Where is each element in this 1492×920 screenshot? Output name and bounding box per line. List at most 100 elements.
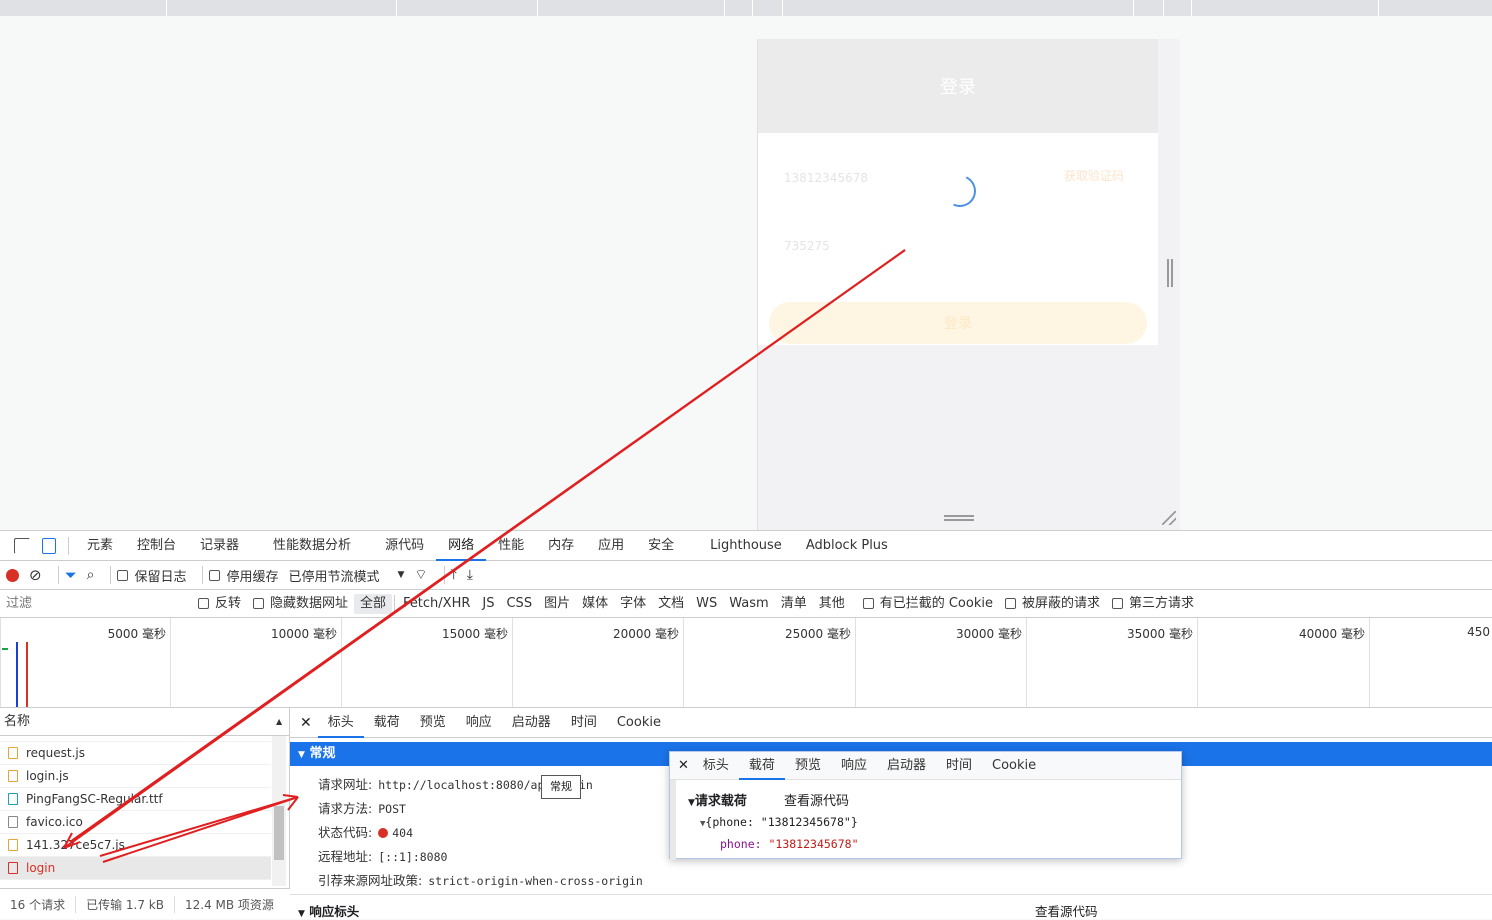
column-header-label: 名称 — [4, 714, 31, 729]
list-item[interactable]: PingFangSC-Regular.ttf — [0, 788, 271, 811]
tab-sources[interactable]: 源代码 — [373, 531, 436, 561]
filter-input[interactable] — [0, 592, 182, 615]
tab-cookies[interactable]: Cookie — [607, 708, 671, 738]
type-filter-js[interactable]: JS — [476, 594, 500, 614]
list-item[interactable]: favico.ico — [0, 811, 271, 834]
timeline-tick: 5000 毫秒 — [107, 627, 166, 641]
separator — [57, 566, 59, 584]
tab-memory[interactable]: 内存 — [536, 531, 586, 561]
clear-button[interactable]: ⊘ — [29, 566, 42, 584]
login-page-header: 登录 — [758, 39, 1158, 133]
payload-object-row[interactable]: ▼{phone: "13812345678"} — [700, 815, 858, 829]
tab-adblock-plus[interactable]: Adblock Plus — [794, 531, 900, 561]
response-headers-section-header[interactable]: ▼ 响应标头 — [298, 901, 359, 920]
login-button[interactable]: 登录 — [769, 302, 1147, 344]
type-filter-img[interactable]: 图片 — [538, 594, 576, 614]
disable-cache-checkbox[interactable]: 停用缓存 — [209, 566, 278, 585]
inspect-element-icon[interactable] — [14, 537, 30, 554]
popup-tab-initiator[interactable]: 启动器 — [877, 752, 936, 780]
device-toolbar-icon[interactable] — [42, 537, 56, 554]
tab-response[interactable]: 响应 — [456, 708, 502, 738]
column-header-name[interactable]: 名称 ▲ — [0, 708, 289, 736]
invert-checkbox[interactable]: 反转 — [192, 594, 247, 614]
request-list: 名称 ▲ request.js login.js PingFangSC-Regul… — [0, 708, 290, 888]
status-code-label: 状态代码: — [318, 825, 373, 840]
request-list-scrollbar[interactable] — [272, 736, 286, 886]
search-icon[interactable]: ⌕ — [87, 567, 95, 583]
hide-data-urls-checkbox[interactable]: 隐藏数据网址 — [247, 594, 354, 614]
record-button[interactable] — [6, 568, 19, 582]
timeline-tick: 15000 毫秒 — [442, 627, 508, 641]
popup-tab-timing[interactable]: 时间 — [936, 752, 982, 780]
hide-data-urls-label: 隐藏数据网址 — [270, 595, 349, 611]
filter-icon[interactable]: ⏷ — [65, 566, 77, 584]
tab-timing[interactable]: 时间 — [561, 708, 607, 738]
resize-handle-right[interactable] — [1167, 259, 1173, 287]
error-status-icon — [378, 828, 389, 838]
phone-input[interactable]: 13812345678 — [784, 171, 868, 185]
tab-preview[interactable]: 预览 — [410, 708, 456, 738]
tab-elements[interactable]: 元素 — [75, 531, 125, 561]
popup-tab-response[interactable]: 响应 — [831, 752, 877, 780]
list-item[interactable]: 141.327ce5c7.js — [0, 834, 271, 857]
type-filter-doc[interactable]: 文档 — [652, 594, 690, 614]
type-filter-media[interactable]: 媒体 — [576, 594, 614, 614]
popup-tab-payload[interactable]: 载荷 — [738, 752, 785, 780]
tab-application[interactable]: 应用 — [586, 531, 636, 561]
popup-tab-bar: ✕ 标头 载荷 预览 响应 启动器 时间 Cookie — [670, 752, 1181, 780]
list-item[interactable]: request.js — [0, 742, 271, 765]
get-code-link[interactable]: 获取验证码 — [1064, 167, 1124, 184]
export-har-icon[interactable]: ⤓ — [467, 567, 473, 583]
request-name: request.js — [26, 745, 86, 760]
type-filter-font[interactable]: 字体 — [614, 594, 652, 614]
type-filter-all[interactable]: 全部 — [354, 593, 393, 614]
network-conditions-icon[interactable]: ⌔ — [414, 566, 427, 584]
type-filter-css[interactable]: CSS — [500, 594, 538, 614]
type-filter-ws[interactable]: WS — [690, 594, 723, 614]
resize-handle-bottom[interactable] — [944, 515, 974, 521]
resize-corner-icon[interactable] — [1162, 511, 1176, 525]
tab-recorder[interactable]: 记录器 — [188, 531, 251, 561]
tab-payload[interactable]: 载荷 — [364, 708, 410, 738]
payload-section-header[interactable]: ▼请求载荷 — [688, 790, 747, 809]
popup-tab-cookies[interactable]: Cookie — [982, 752, 1046, 780]
type-filter-manifest[interactable]: 清单 — [775, 594, 813, 614]
type-filter-other[interactable]: 其他 — [813, 594, 851, 614]
tab-initiator[interactable]: 启动器 — [502, 708, 561, 738]
blocked-requests-checkbox[interactable]: 被屏蔽的请求 — [999, 594, 1106, 614]
tab-headers[interactable]: 标头 — [317, 708, 364, 738]
font-file-icon — [8, 793, 18, 805]
separator — [202, 566, 204, 584]
list-item[interactable]: login.js — [0, 765, 271, 788]
popup-tab-preview[interactable]: 预览 — [785, 752, 831, 780]
devtools-panel: 元素 控制台 记录器 性能数据分析 源代码 网络 性能 内存 应用 安全 Lig… — [0, 530, 1492, 919]
network-overview-timeline[interactable]: 5000 毫秒 10000 毫秒 15000 毫秒 20000 毫秒 25000… — [0, 618, 1492, 708]
type-filter-wasm[interactable]: Wasm — [723, 594, 774, 614]
failed-request-icon — [8, 862, 18, 874]
tab-performance-insights[interactable]: 性能数据分析 — [261, 531, 363, 561]
disable-cache-label: 停用缓存 — [226, 569, 279, 585]
separator — [110, 566, 112, 584]
import-har-icon[interactable]: ⤒ — [451, 567, 457, 583]
payload-object-summary: {phone: "13812345678"} — [705, 815, 858, 829]
tab-console[interactable]: 控制台 — [125, 531, 188, 561]
view-source-link[interactable]: 查看源代码 — [784, 790, 849, 809]
popup-tab-headers[interactable]: 标头 — [693, 752, 739, 780]
blocked-cookies-checkbox[interactable]: 有已拦截的 Cookie — [857, 594, 999, 614]
tab-lighthouse[interactable]: Lighthouse — [698, 531, 794, 561]
close-icon[interactable]: ✕ — [678, 758, 689, 773]
chevron-down-icon: ▼ — [397, 570, 405, 580]
throttling-select[interactable]: 已停用节流模式 ▼ — [288, 566, 404, 585]
third-party-label: 第三方请求 — [1129, 595, 1195, 611]
view-source-link[interactable]: 查看源代码 — [1035, 901, 1098, 920]
code-input[interactable]: 735275 — [784, 239, 830, 253]
type-filter-fetch-xhr[interactable]: Fetch/XHR — [397, 594, 476, 614]
tab-security[interactable]: 安全 — [636, 531, 686, 561]
close-icon[interactable]: ✕ — [300, 715, 312, 731]
list-item[interactable]: login — [0, 857, 271, 880]
preserve-log-checkbox[interactable]: 保留日志 — [117, 566, 186, 585]
tab-network[interactable]: 网络 — [436, 531, 487, 561]
third-party-checkbox[interactable]: 第三方请求 — [1106, 594, 1200, 614]
tab-performance[interactable]: 性能 — [486, 531, 536, 561]
request-count: 16 个请求 — [0, 896, 77, 913]
